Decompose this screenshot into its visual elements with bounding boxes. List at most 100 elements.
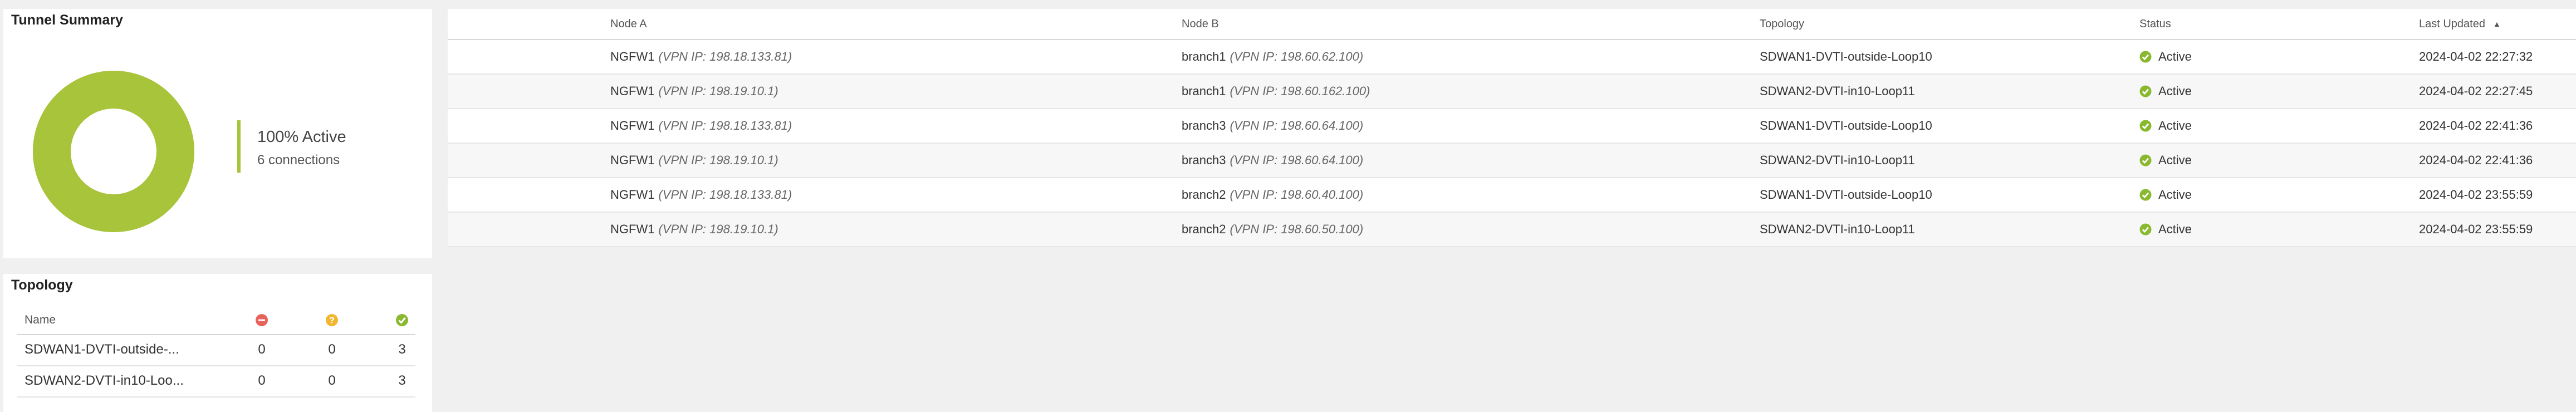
topology-panel: Topology Name ? SDWAN1-DVTI-outside-... … bbox=[3, 274, 432, 412]
node-a-name: NGFW1 bbox=[610, 153, 655, 167]
node-b-vpn-ip: (VPN IP: 198.60.62.100) bbox=[1230, 50, 1364, 63]
node-b-vpn-ip: (VPN IP: 198.60.40.100) bbox=[1230, 188, 1364, 202]
status-label: Active bbox=[2158, 222, 2192, 236]
node-b-vpn-ip: (VPN IP: 198.60.64.100) bbox=[1230, 153, 1364, 167]
node-b-header[interactable]: Node B bbox=[1182, 9, 1219, 39]
node-b-cell: branch3 (VPN IP: 198.60.64.100) bbox=[1182, 144, 1363, 177]
node-b-name: branch2 bbox=[1182, 222, 1226, 236]
topology-row-up-count: 3 bbox=[398, 342, 406, 357]
tunnel-row[interactable]: NGFW1 (VPN IP: 198.18.133.81) branch2 (VPN… bbox=[448, 178, 2576, 213]
node-a-name: NGFW1 bbox=[610, 188, 655, 202]
node-b-name: branch2 bbox=[1182, 188, 1226, 202]
topology-row-down-count: 0 bbox=[258, 373, 266, 388]
node-b-vpn-ip: (VPN IP: 198.60.64.100) bbox=[1230, 119, 1364, 133]
node-b-cell: branch3 (VPN IP: 198.60.64.100) bbox=[1182, 109, 1363, 143]
topology-warn-header[interactable]: ? bbox=[321, 306, 343, 334]
tunnel-summary-title: Tunnel Summary bbox=[11, 12, 123, 28]
topology-table-header: Name ? bbox=[17, 306, 415, 335]
last-updated-cell: 2024-04-02 23:55:59 bbox=[2419, 188, 2533, 202]
node-a-name: NGFW1 bbox=[610, 50, 655, 63]
error-icon bbox=[256, 314, 268, 326]
topology-row-down-count: 0 bbox=[258, 342, 266, 357]
tunnels-table: Node A Node B Topology Status Last Updat… bbox=[448, 9, 2576, 247]
topology-cell: SDWAN2-DVTI-in10-Loop11 bbox=[1760, 84, 1915, 98]
topology-cell: SDWAN1-DVTI-outside-Loop10 bbox=[1760, 50, 1932, 63]
svg-text:?: ? bbox=[329, 316, 335, 326]
tunnel-row[interactable]: NGFW1 (VPN IP: 198.18.133.81) branch3 (VPN… bbox=[448, 109, 2576, 144]
check-circle-icon bbox=[2139, 223, 2152, 236]
topology-header[interactable]: Topology bbox=[1760, 9, 1804, 39]
connections-count-label: 6 connections bbox=[257, 153, 340, 168]
node-a-cell: NGFW1 (VPN IP: 198.19.10.1) bbox=[610, 144, 778, 177]
node-a-vpn-ip: (VPN IP: 198.19.10.1) bbox=[658, 222, 778, 236]
status-cell: Active bbox=[2139, 40, 2192, 73]
tunnel-row[interactable]: NGFW1 (VPN IP: 198.19.10.1) branch3 (VPN I… bbox=[448, 144, 2576, 178]
check-circle-icon bbox=[2139, 85, 2152, 97]
warning-icon: ? bbox=[326, 314, 338, 326]
last-updated-cell: 2024-04-02 23:55:59 bbox=[2419, 222, 2533, 236]
node-b-name: branch1 bbox=[1182, 84, 1226, 98]
status-label: Active bbox=[2158, 188, 2192, 202]
status-cell: Active bbox=[2139, 144, 2192, 177]
status-label: Active bbox=[2158, 119, 2192, 133]
node-a-cell: NGFW1 (VPN IP: 198.19.10.1) bbox=[610, 75, 778, 108]
check-circle-icon bbox=[2139, 154, 2152, 166]
topology-title: Topology bbox=[11, 277, 73, 293]
tunnel-summary-panel: Tunnel Summary 100% Active 6 connections bbox=[3, 9, 432, 258]
topology-row[interactable]: SDWAN2-DVTI-in10-Loo... 0 0 3 bbox=[17, 365, 415, 398]
active-donut-chart[interactable] bbox=[30, 68, 197, 235]
node-b-cell: branch1 (VPN IP: 198.60.162.100) bbox=[1182, 75, 1370, 108]
node-b-vpn-ip: (VPN IP: 198.60.162.100) bbox=[1230, 84, 1370, 98]
node-b-cell: branch2 (VPN IP: 198.60.50.100) bbox=[1182, 213, 1363, 246]
legend-color-bar bbox=[237, 120, 241, 173]
node-a-header[interactable]: Node A bbox=[610, 9, 647, 39]
topology-name-header[interactable]: Name bbox=[25, 306, 208, 334]
status-cell: Active bbox=[2139, 178, 2192, 212]
status-label: Active bbox=[2158, 84, 2192, 98]
node-a-name: NGFW1 bbox=[610, 222, 655, 236]
status-header[interactable]: Status bbox=[2139, 9, 2171, 39]
topology-up-header[interactable] bbox=[391, 306, 413, 334]
node-a-name: NGFW1 bbox=[610, 84, 655, 98]
node-b-cell: branch2 (VPN IP: 198.60.40.100) bbox=[1182, 178, 1363, 212]
topology-down-header[interactable] bbox=[251, 306, 273, 334]
tunnel-row[interactable]: NGFW1 (VPN IP: 198.19.10.1) branch1 (VPN I… bbox=[448, 75, 2576, 109]
node-a-vpn-ip: (VPN IP: 198.19.10.1) bbox=[658, 84, 778, 98]
node-a-cell: NGFW1 (VPN IP: 198.18.133.81) bbox=[610, 40, 792, 73]
tunnel-row[interactable]: NGFW1 (VPN IP: 198.19.10.1) branch2 (VPN I… bbox=[448, 213, 2576, 247]
last-updated-header[interactable]: Last Updated ▲ bbox=[2419, 9, 2501, 39]
last-updated-cell: 2024-04-02 22:41:36 bbox=[2419, 153, 2533, 167]
topology-cell: SDWAN1-DVTI-outside-Loop10 bbox=[1760, 119, 1932, 133]
status-cell: Active bbox=[2139, 109, 2192, 143]
topology-row-up-count: 3 bbox=[398, 373, 406, 388]
topology-row-warn-count: 0 bbox=[328, 373, 336, 388]
check-circle-icon bbox=[2139, 51, 2152, 63]
node-b-name: branch1 bbox=[1182, 50, 1226, 63]
status-cell: Active bbox=[2139, 75, 2192, 108]
node-a-vpn-ip: (VPN IP: 198.18.133.81) bbox=[658, 50, 792, 63]
topology-row[interactable]: SDWAN1-DVTI-outside-... 0 0 3 bbox=[17, 334, 415, 366]
node-a-vpn-ip: (VPN IP: 198.18.133.81) bbox=[658, 119, 792, 133]
last-updated-cell: 2024-04-02 22:27:45 bbox=[2419, 84, 2533, 98]
status-cell: Active bbox=[2139, 213, 2192, 246]
topology-row-name: SDWAN1-DVTI-outside-... bbox=[25, 342, 179, 357]
check-circle-icon bbox=[2139, 120, 2152, 132]
topology-cell: SDWAN2-DVTI-in10-Loop11 bbox=[1760, 153, 1915, 167]
last-updated-cell: 2024-04-02 22:41:36 bbox=[2419, 119, 2533, 133]
node-a-cell: NGFW1 (VPN IP: 198.19.10.1) bbox=[610, 213, 778, 246]
last-updated-header-label: Last Updated bbox=[2419, 17, 2485, 30]
tunnels-table-header: Node A Node B Topology Status Last Updat… bbox=[448, 9, 2576, 40]
node-a-cell: NGFW1 (VPN IP: 198.18.133.81) bbox=[610, 109, 792, 143]
last-updated-cell: 2024-04-02 22:27:32 bbox=[2419, 50, 2533, 63]
node-a-cell: NGFW1 (VPN IP: 198.18.133.81) bbox=[610, 178, 792, 212]
status-label: Active bbox=[2158, 50, 2192, 63]
topology-row-name: SDWAN2-DVTI-in10-Loo... bbox=[25, 373, 184, 388]
check-circle-icon bbox=[2139, 189, 2152, 201]
topology-cell: SDWAN2-DVTI-in10-Loop11 bbox=[1760, 222, 1915, 236]
donut-active-arc[interactable] bbox=[33, 71, 194, 232]
tunnel-row[interactable]: NGFW1 (VPN IP: 198.18.133.81) branch1 (VPN… bbox=[448, 40, 2576, 75]
node-b-name: branch3 bbox=[1182, 119, 1226, 133]
sort-ascending-icon[interactable]: ▲ bbox=[2493, 19, 2501, 28]
status-label: Active bbox=[2158, 153, 2192, 167]
node-b-vpn-ip: (VPN IP: 198.60.50.100) bbox=[1230, 222, 1364, 236]
